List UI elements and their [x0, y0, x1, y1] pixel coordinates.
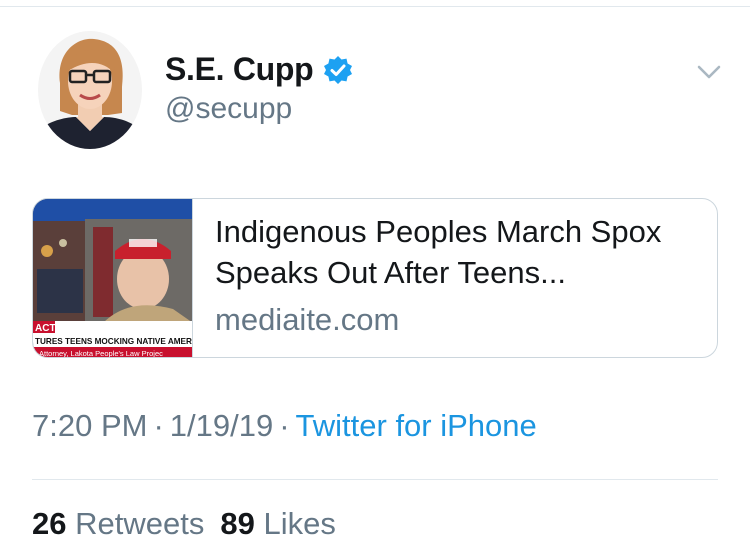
retweets-stat[interactable]: 26 Retweets	[32, 506, 204, 541]
tweet-time[interactable]: 7:20 PM	[32, 408, 147, 443]
card-thumbnail: ACT TURES TEENS MOCKING NATIVE AMERICAN …	[33, 199, 193, 358]
thumbnail-headline: TURES TEENS MOCKING NATIVE AMERICAN VE	[35, 337, 193, 346]
thumbnail-tag: ACT	[35, 323, 56, 334]
meta-separator: ·	[279, 408, 290, 443]
thumbnail-caption: Attorney, Lakota People's Law Projec	[39, 349, 163, 358]
likes-stat[interactable]: 89 Likes	[220, 506, 335, 541]
tweet-meta: 7:20 PM · 1/19/19 · Twitter for iPhone	[32, 408, 537, 444]
link-card[interactable]: ACT TURES TEENS MOCKING NATIVE AMERICAN …	[32, 198, 718, 358]
verified-badge-icon	[323, 55, 353, 85]
tweet-stats: 26 Retweets 89 Likes	[32, 506, 336, 542]
top-divider	[0, 6, 750, 7]
stats-divider	[32, 479, 718, 480]
retweets-count: 26	[32, 506, 67, 541]
card-title[interactable]: Indigenous Peoples March Spox Speaks Out…	[215, 211, 705, 293]
retweets-label: Retweets	[75, 506, 205, 541]
author-handle[interactable]: @secupp	[165, 92, 292, 126]
meta-separator: ·	[153, 408, 164, 443]
avatar[interactable]	[38, 31, 142, 149]
tweet-date[interactable]: 1/19/19	[170, 408, 273, 443]
likes-label: Likes	[263, 506, 336, 541]
tweet-source-link[interactable]: Twitter for iPhone	[296, 408, 537, 443]
display-name[interactable]: S.E. Cupp	[165, 51, 314, 88]
likes-count: 89	[220, 506, 255, 541]
card-domain[interactable]: mediaite.com	[215, 302, 399, 338]
chevron-down-icon[interactable]	[696, 63, 722, 81]
